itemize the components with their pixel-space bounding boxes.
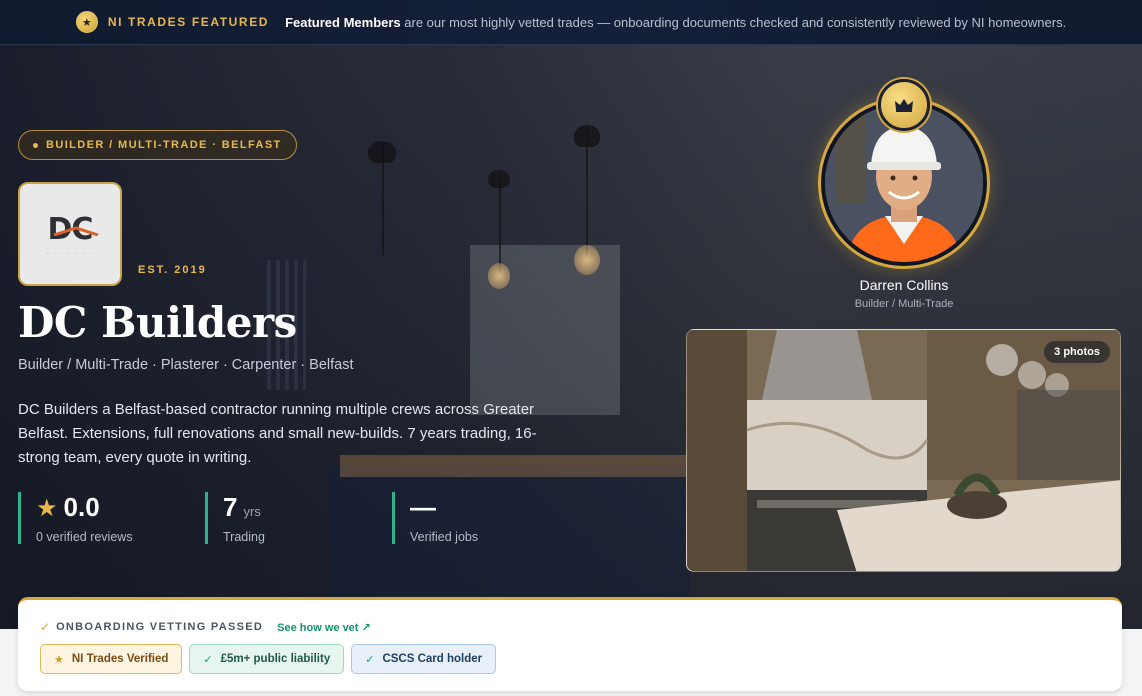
- stat-label: 0 verified reviews: [36, 530, 133, 544]
- badge-label: CSCS Card holder: [382, 653, 483, 665]
- pendant-shade: [488, 170, 510, 188]
- vetting-header: ✓ ONBOARDING VETTING PASSED See how we v…: [40, 620, 371, 634]
- logo-tagline-mark: · · · · · · ·: [47, 250, 93, 257]
- pendant-shade: [368, 141, 396, 163]
- badge-label: £5m+ public liability: [220, 653, 331, 665]
- stat-label: Verified jobs: [410, 530, 479, 544]
- check-icon: ✓: [203, 653, 213, 666]
- stat-value: 0.0: [63, 492, 100, 522]
- star-icon: ★: [75, 11, 98, 33]
- star-icon: ★: [36, 495, 58, 522]
- stat-label: Trading: [223, 530, 265, 544]
- business-name: DC Builders: [18, 298, 297, 347]
- pendant-bulb: [574, 245, 600, 275]
- category-label: BUILDER / MULTI-TRADE · BELFAST: [46, 139, 282, 151]
- photo-count-badge: 3 photos: [1044, 341, 1110, 363]
- star-icon: ★: [54, 653, 64, 666]
- vetting-card: ✓ ONBOARDING VETTING PASSED See how we v…: [18, 597, 1122, 691]
- company-logo: DC · · · · · · ·: [18, 182, 122, 286]
- crown-icon: [878, 79, 930, 131]
- badge-label: NI Trades Verified: [71, 653, 169, 665]
- pendant-bulb: [488, 263, 510, 289]
- pendant-shade: [574, 125, 600, 147]
- vetting-badges: ★ NI Trades Verified ✓ £5m+ public liabi…: [40, 644, 497, 674]
- business-description: DC Builders a Belfast-based contractor r…: [18, 401, 537, 466]
- pendant-cord: [499, 173, 501, 273]
- banner-tag: NI TRADES FEATURED: [107, 15, 270, 29]
- stat-verified-jobs: — Verified jobs: [392, 492, 478, 544]
- badge-public-liability: ✓ £5m+ public liability: [189, 644, 345, 674]
- banner-message: Featured Members are our most highly vet…: [285, 15, 1066, 30]
- see-how-we-vet-link[interactable]: See how we vet ↗: [277, 621, 371, 634]
- dot-icon: [33, 142, 38, 148]
- stat-value: 7: [223, 492, 238, 522]
- vetting-title: ONBOARDING VETTING PASSED: [56, 621, 264, 633]
- check-icon: ✓: [365, 653, 375, 666]
- badge-cscs-card: ✓ CSCS Card holder: [351, 644, 497, 674]
- category-pill: BUILDER / MULTI-TRADE · BELFAST: [18, 130, 297, 160]
- hero-section: BUILDER / MULTI-TRADE · BELFAST DC · · ·…: [0, 45, 1142, 629]
- badge-ni-trades-verified: ★ NI Trades Verified: [40, 644, 183, 674]
- trade-list: Builder / Multi-Trade · Plasterer · Carp…: [18, 357, 354, 373]
- owner-name: Darren Collins: [859, 277, 949, 293]
- logo-text: DC: [48, 212, 98, 247]
- owner-role: Builder / Multi-Trade: [854, 298, 954, 310]
- stat-trading: 7 yrs Trading: [205, 492, 265, 544]
- stat-reviews: ★ 0.0 0 verified reviews: [18, 492, 133, 544]
- photo-gallery[interactable]: 3 photos: [686, 329, 1121, 572]
- banner-text: are our most highly vetted trades — onbo…: [400, 14, 1067, 30]
- check-icon: ✓: [40, 620, 51, 634]
- stat-unit: yrs: [243, 504, 261, 519]
- featured-banner: ★ NI TRADES FEATURED Featured Members ar…: [0, 0, 1142, 45]
- crown-icon-glyph: [895, 99, 913, 112]
- gallery-photo: [687, 330, 1120, 571]
- roof-icon: [53, 225, 98, 236]
- stat-value: —: [410, 492, 436, 522]
- banner-bold: Featured Members: [285, 14, 401, 30]
- established-year: EST. 2019: [138, 264, 207, 276]
